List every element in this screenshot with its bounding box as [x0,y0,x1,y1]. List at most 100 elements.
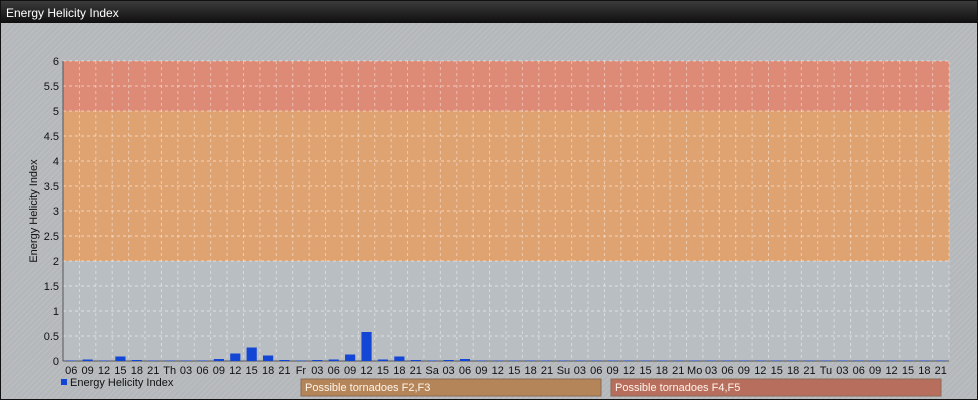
x-tick-label: 06 [196,365,208,377]
bar-21 [673,360,684,361]
title-bar: Energy Helicity Index [1,1,977,23]
x-tick-label: 21 [278,365,290,377]
x-tick-label: Fr [296,365,307,377]
x-tick-label: 03 [574,365,586,377]
band-legend-label-2: Possible tornadoes F4,F5 [615,382,740,394]
bar-09 [738,360,749,361]
bar-06 [591,360,602,361]
x-tick-label: 15 [902,365,914,377]
x-tick-label: 21 [410,365,422,377]
x-tick-label: 18 [131,365,143,377]
x-tick-label: 09 [344,365,356,377]
bar-03 [443,360,454,361]
bar-18 [263,355,274,361]
bar-18 [656,360,667,361]
x-tick-label: 12 [885,365,897,377]
x-tick-label: 12 [623,365,635,377]
x-tick-label: 12 [360,365,372,377]
x-tick-label: 21 [935,365,947,377]
bar-03 [706,360,717,361]
x-tick-label: 09 [81,365,93,377]
x-tick-label: 21 [803,365,815,377]
energy-helicity-chart: 0 0.5 1 1.5 2 2.5 3 3.5 4 4.5 5 5.5 6 Energy Helicity… [28,56,950,397]
bar-03 [180,360,192,361]
bar-18 [525,360,536,361]
bar-12 [361,332,372,361]
bar-Fr [295,360,306,361]
y-tick-label: 6 [53,56,59,68]
bar-21 [410,360,421,361]
x-tick-label: 18 [393,365,405,377]
x-tick-label: Mo [687,365,702,377]
bar-09 [213,359,224,361]
bar-18 [394,356,405,361]
x-tick-label: 18 [787,365,799,377]
x-tick-label: 06 [459,365,471,377]
bar-Tu [820,360,832,361]
x-tick-label: 18 [656,365,668,377]
x-tick-label: 21 [541,365,553,377]
bar-09 [870,360,881,361]
x-tick-label: 09 [738,365,750,377]
x-tick-label: 03 [705,365,717,377]
x-tick-label: 03 [180,365,192,377]
bar-15 [509,360,520,361]
bar-21 [804,360,815,361]
bar-Th [164,360,175,361]
y-tick-label: 4.5 [44,131,59,143]
bar-18 [131,360,142,361]
bar-09 [345,354,356,361]
x-tick-label: 15 [508,365,520,377]
bar-15 [377,359,389,361]
chart-window: Energy Helicity Index 0 0.5 1 1.5 2 2.5 3 3.5 4 4… [0,0,978,400]
bar-Sa [427,360,438,361]
x-tick-label: 12 [229,365,241,377]
y-tick-label: 5.5 [44,81,59,93]
y-tick-label: 2 [53,256,59,268]
bar-09 [476,360,487,361]
y-tick-label: 1 [53,306,59,318]
bar-Su [558,360,569,361]
bar-06 [722,360,733,361]
bar-18 [788,360,799,361]
legend-label: Energy Helicity Index [70,377,174,389]
x-tick-label: 15 [114,365,126,377]
x-tick-label: Su [557,365,570,377]
x-tick-label: 18 [918,365,930,377]
x-tick-label: 06 [721,365,733,377]
x-tick-label: 09 [475,365,487,377]
bar-15 [246,347,257,361]
x-tick-label: 18 [262,365,274,377]
legend-swatch [61,379,67,385]
x-tick-label: 09 [213,365,225,377]
chart-panel: 0 0.5 1 1.5 2 2.5 3 3.5 4 4.5 5 5.5 6 Energy Helicity… [1,23,977,399]
x-tick-label: 06 [328,365,340,377]
x-tick-label: 06 [853,365,865,377]
x-tick-label: 18 [524,365,536,377]
x-tick-label: 15 [377,365,389,377]
bar-15 [115,356,126,361]
y-tick-label: 4 [53,156,59,168]
bar-12 [886,360,897,361]
x-tick-label: 09 [607,365,619,377]
bar-06 [459,359,471,361]
y-tick-label: 0.5 [44,331,59,343]
bar-03 [574,360,585,361]
y-tick-label: 3 [53,206,59,218]
bar-12 [755,360,766,361]
band-legend-label-1: Possible tornadoes F2,F3 [305,382,430,394]
x-tick-label: 06 [65,365,77,377]
bar-21 [279,360,290,361]
y-tick-label: 3.5 [44,181,59,193]
x-tick-label: 03 [442,365,454,377]
x-tick-label: 12 [98,365,110,377]
y-axis-label: Energy Helicity Index [28,159,40,263]
x-tick-label: Th [163,365,176,377]
bar-12 [230,353,241,361]
bar-21 [148,360,159,361]
bar-06 [328,359,339,361]
x-tick-label: 03 [311,365,323,377]
x-tick-label: 06 [590,365,602,377]
bar-09 [607,360,618,361]
bar-06 [197,360,208,361]
